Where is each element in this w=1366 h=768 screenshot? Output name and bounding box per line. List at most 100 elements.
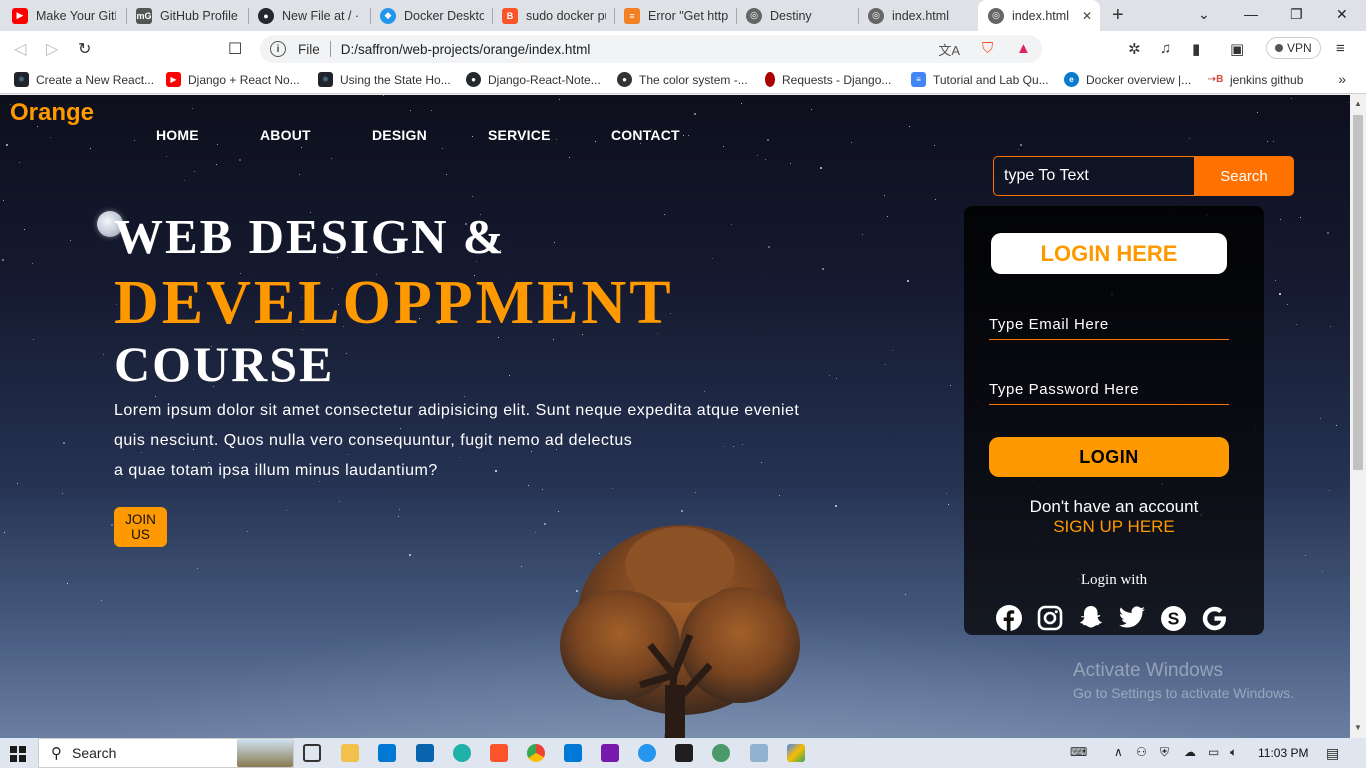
login-with-label: Login with: [1080, 572, 1148, 588]
bookmark-item[interactable]: e Docker overview |...: [1064, 72, 1191, 87]
twitter-icon[interactable]: [1117, 603, 1147, 633]
search-button[interactable]: Search: [1194, 156, 1294, 196]
new-tab-button[interactable]: +: [1112, 4, 1124, 27]
browser-tab[interactable]: ≡ Error "Get https: [614, 0, 736, 31]
scroll-down-icon[interactable]: ▼: [1354, 723, 1362, 732]
forward-button[interactable]: ▷: [46, 39, 58, 59]
windows-start-icon[interactable]: [10, 746, 26, 762]
bookmark-item[interactable]: Requests - Django...: [765, 72, 891, 87]
facebook-icon[interactable]: [994, 603, 1024, 633]
brave-icon[interactable]: [490, 744, 508, 762]
docker-icon[interactable]: [638, 744, 656, 762]
nav-about[interactable]: ABOUT: [260, 127, 311, 143]
translate-icon[interactable]: 文A: [938, 40, 960, 59]
tab-label: index.html: [892, 8, 949, 23]
notifications-icon[interactable]: ▤: [1326, 745, 1339, 762]
chrome-icon[interactable]: [527, 744, 545, 762]
back-button[interactable]: ◁: [14, 39, 26, 59]
brave-rewards-icon[interactable]: ▲: [1016, 40, 1031, 57]
bookmark-item[interactable]: ⚛ Create a New React...: [14, 72, 154, 87]
star: [1020, 144, 1022, 146]
nav-home[interactable]: HOME: [156, 127, 199, 143]
menu-icon[interactable]: ≡: [1336, 40, 1345, 57]
signup-link[interactable]: SIGN UP HERE: [964, 517, 1264, 537]
onedrive-icon[interactable]: ☁: [1184, 745, 1196, 759]
sidebar-icon[interactable]: ▮: [1192, 40, 1200, 58]
bookmark-item[interactable]: ● The color system -...: [617, 72, 748, 87]
login-button[interactable]: LOGIN: [989, 437, 1229, 477]
close-tab-icon[interactable]: ✕: [1082, 9, 1092, 23]
star: [1330, 326, 1331, 327]
tray-chevron-icon[interactable]: ∧: [1114, 745, 1123, 759]
file-explorer-icon[interactable]: [341, 744, 359, 762]
instagram-icon[interactable]: [1035, 603, 1065, 633]
bookmark-item[interactable]: ▶ Django + React No...: [166, 72, 300, 87]
store-icon[interactable]: [378, 744, 396, 762]
taskbar-clock[interactable]: 11:03 PM: [1258, 746, 1308, 760]
pin-icon: [765, 72, 775, 87]
star: [1287, 304, 1288, 305]
app-icon[interactable]: [712, 744, 730, 762]
brand-logo[interactable]: Orange: [10, 99, 94, 127]
volume-icon[interactable]: 🔈︎: [1230, 745, 1237, 760]
wallet-icon[interactable]: ▣: [1230, 40, 1244, 58]
battery-icon[interactable]: ▭: [1208, 745, 1219, 759]
terminal-icon[interactable]: [675, 744, 693, 762]
network-icon[interactable]: ⚇: [1136, 745, 1147, 759]
extensions-icon[interactable]: ✲: [1128, 40, 1141, 58]
star: [741, 103, 742, 104]
more-bookmarks-icon[interactable]: »: [1338, 71, 1346, 87]
join-us-button[interactable]: JOIN US: [114, 507, 167, 547]
security-icon[interactable]: ⛨: [1160, 745, 1169, 760]
star: [704, 391, 705, 392]
star: [4, 532, 5, 533]
close-window-button[interactable]: ✕: [1336, 6, 1348, 23]
star: [247, 531, 248, 532]
browser-tab-active[interactable]: ◎ index.html ✕: [978, 0, 1100, 31]
nav-service[interactable]: SERVICE: [488, 127, 551, 143]
notepad-icon[interactable]: [750, 744, 768, 762]
bookmark-item[interactable]: ≡ Tutorial and Lab Qu...: [911, 72, 1049, 87]
nav-design[interactable]: DESIGN: [372, 127, 427, 143]
scroll-up-icon[interactable]: ▲: [1354, 99, 1362, 108]
email-field[interactable]: [989, 310, 1229, 340]
snapchat-icon[interactable]: [1076, 603, 1106, 633]
page-scrollbar[interactable]: ▲ ▼: [1350, 95, 1366, 738]
tab-search-icon[interactable]: ⌄: [1198, 6, 1210, 23]
vscode-icon[interactable]: [564, 744, 582, 762]
browser-tab[interactable]: mG GitHub Profile R: [126, 0, 248, 31]
bookmark-label: Requests - Django...: [782, 72, 892, 87]
edge-icon[interactable]: [453, 744, 471, 762]
vpn-button[interactable]: VPN: [1266, 37, 1321, 59]
star: [569, 157, 570, 158]
browser-tab[interactable]: ▶ Make Your GitH: [2, 0, 124, 31]
media-icon[interactable]: ♫: [1160, 40, 1171, 57]
scroll-thumb[interactable]: [1353, 115, 1363, 470]
address-bar[interactable]: i File D:/saffron/web-projects/orange/in…: [260, 35, 1042, 63]
browser-tab[interactable]: ◎ Destiny: [736, 0, 858, 31]
bookmark-icon[interactable]: ☐: [228, 39, 242, 59]
keyboard-icon[interactable]: ⌨: [1070, 745, 1087, 759]
browser-tab[interactable]: ◆ Docker Desktop: [370, 0, 492, 31]
maximize-button[interactable]: ❐: [1290, 6, 1303, 23]
brave-shield-icon[interactable]: ⛉: [982, 40, 993, 57]
nav-contact[interactable]: CONTACT: [611, 127, 680, 143]
app-icon[interactable]: [787, 744, 805, 762]
taskbar-search[interactable]: ⚲ Search: [38, 738, 294, 768]
browser-tab[interactable]: B sudo docker pu: [492, 0, 614, 31]
browser-tab[interactable]: ● New File at / · R: [248, 0, 370, 31]
bookmark-item[interactable]: ● Django-React-Note...: [466, 72, 601, 87]
minimize-button[interactable]: —: [1244, 6, 1258, 22]
skype-icon[interactable]: S: [1158, 603, 1188, 633]
reload-button[interactable]: ↻: [78, 39, 91, 59]
info-icon[interactable]: i: [270, 41, 286, 57]
mail-icon[interactable]: [416, 744, 434, 762]
onenote-icon[interactable]: [601, 744, 619, 762]
bookmark-item[interactable]: ⇢B jenkins github: [1208, 72, 1304, 87]
bookmark-item[interactable]: ⚛ Using the State Ho...: [318, 72, 451, 87]
task-view-icon[interactable]: [303, 744, 321, 762]
search-input[interactable]: [993, 156, 1195, 196]
password-field[interactable]: [989, 375, 1229, 405]
browser-tab[interactable]: ◎ index.html: [858, 0, 978, 31]
google-icon[interactable]: [1199, 603, 1229, 633]
